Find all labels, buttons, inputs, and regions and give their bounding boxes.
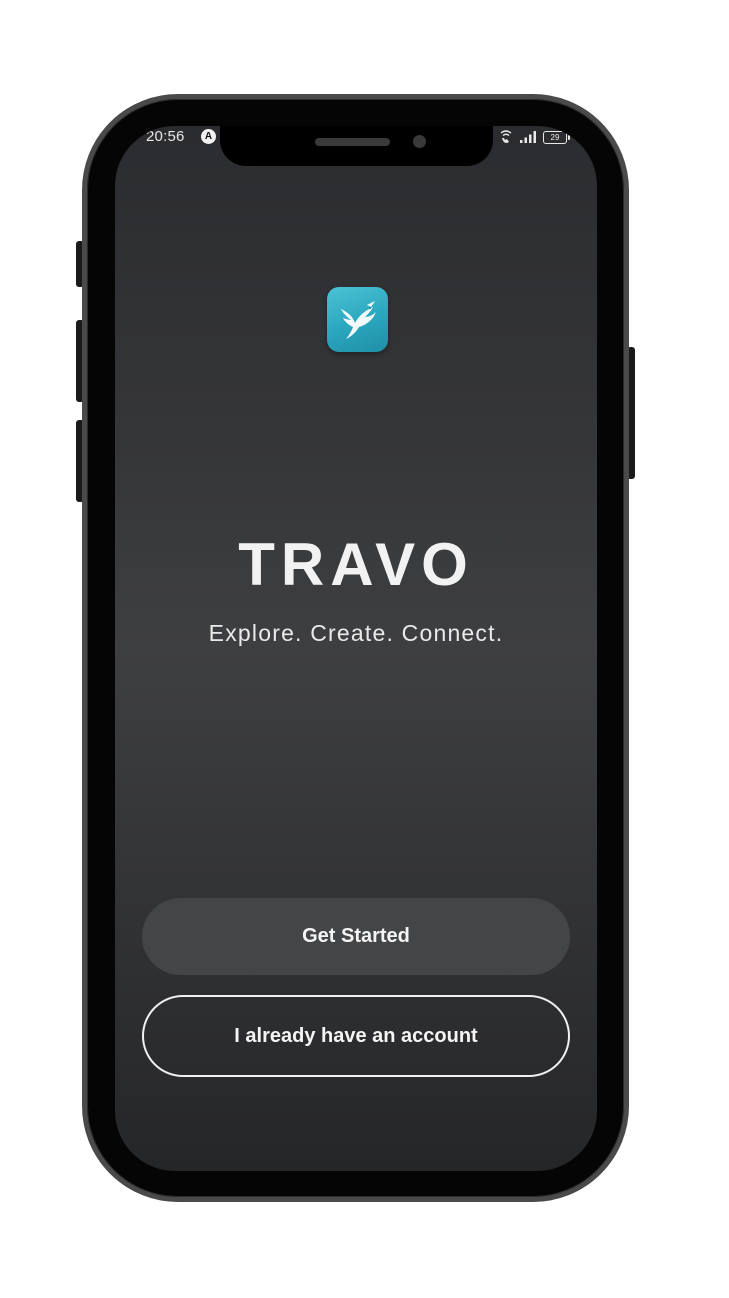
front-camera	[413, 135, 426, 148]
notch	[220, 126, 493, 166]
get-started-button[interactable]: Get Started	[142, 898, 570, 975]
device-mockup: 20:56 A 29 TRAVO Explore. Create. Connec…	[0, 0, 729, 1298]
signal-icon	[520, 131, 536, 143]
battery-icon: 29	[543, 130, 570, 144]
notification-app-icon: A	[201, 129, 216, 144]
status-time: 20:56	[146, 128, 185, 145]
welcome-screen: 20:56 A 29 TRAVO Explore. Create. Connec…	[115, 126, 597, 1171]
app-title: TRAVO	[238, 531, 474, 598]
get-started-label: Get Started	[302, 925, 410, 947]
wifi-calling-icon	[500, 130, 512, 143]
app-tagline: Explore. Create. Connect.	[208, 620, 504, 646]
status-indicators: 29	[499, 129, 570, 145]
earpiece-speaker	[315, 138, 390, 146]
hummingbird-logo-icon	[327, 287, 388, 352]
existing-account-button[interactable]: I already have an account	[142, 995, 570, 1077]
existing-account-label: I already have an account	[234, 1024, 478, 1047]
